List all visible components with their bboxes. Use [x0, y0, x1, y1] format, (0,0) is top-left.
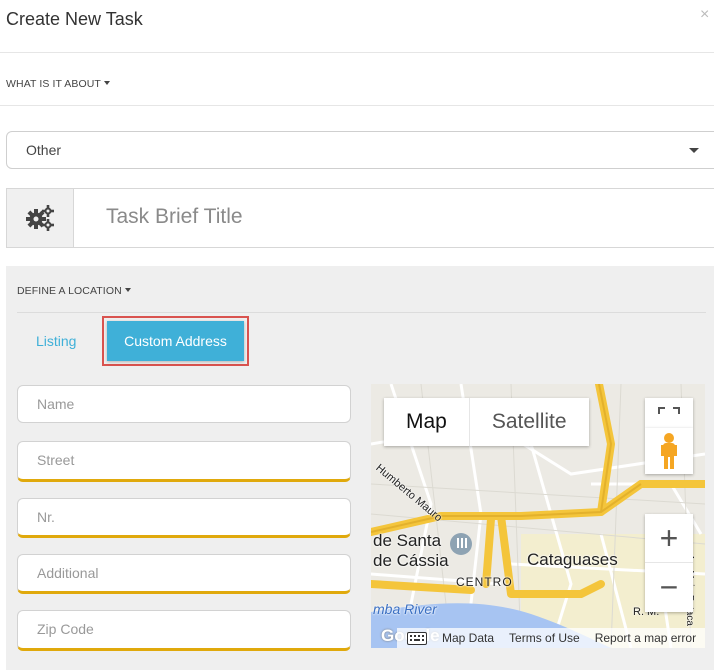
about-label: WHAT IS IT ABOUT [6, 78, 101, 90]
tab-custom-address-highlight: Custom Address [102, 316, 249, 366]
zip-code-field[interactable]: Zip Code [17, 610, 351, 651]
zip-code-placeholder: Zip Code [37, 621, 94, 637]
location-label: DEFINE A LOCATION [17, 285, 122, 297]
map-widget[interactable]: de Santa de Cássia CENTRO Cataguases mba… [371, 384, 705, 648]
about-select-value: Other [26, 142, 62, 158]
report-map-error-link[interactable]: Report a map error [595, 631, 696, 645]
map-label-centro: CENTRO [456, 575, 513, 589]
close-icon[interactable]: × [700, 6, 714, 24]
map-label-santa: de Santa [373, 531, 442, 550]
street-placeholder: Street [37, 452, 75, 468]
divider [17, 312, 706, 313]
street-field[interactable]: Street [17, 441, 351, 482]
zoom-control: + − [645, 514, 693, 612]
location-panel: DEFINE A LOCATION Listing Custom Address… [6, 266, 714, 670]
map-type-satellite-button[interactable]: Satellite [468, 398, 589, 446]
map-type-control: Map Satellite [384, 398, 589, 446]
task-title-input[interactable]: Task Brief Title [106, 205, 243, 229]
fullscreen-button[interactable] [645, 398, 693, 428]
additional-field[interactable]: Additional [17, 554, 351, 594]
map-type-map-button[interactable]: Map [384, 398, 469, 446]
about-section-toggle[interactable]: WHAT IS IT ABOUT [6, 78, 110, 90]
caret-down-icon [103, 81, 110, 86]
divider [0, 52, 714, 53]
pegman-icon [661, 433, 677, 469]
tab-listing[interactable]: Listing [36, 333, 76, 349]
fullscreen-icon [658, 407, 680, 414]
task-title-addon [7, 189, 74, 247]
gears-icon [26, 205, 54, 231]
map-footer: Map Data Terms of Use Report a map error [397, 628, 705, 648]
zoom-in-button[interactable]: + [645, 514, 693, 563]
modal-title: Create New Task [6, 9, 143, 29]
terms-of-use-link[interactable]: Terms of Use [509, 631, 580, 645]
divider [0, 105, 714, 106]
nr-field[interactable]: Nr. [17, 498, 351, 538]
about-select[interactable]: Other [6, 131, 714, 169]
street-view-pegman-button[interactable] [645, 428, 693, 474]
map-label-river: mba River [373, 601, 437, 617]
map-label-cassia: de Cássia [373, 551, 449, 570]
nr-placeholder: Nr. [37, 509, 55, 525]
location-section-toggle[interactable]: DEFINE A LOCATION [17, 285, 131, 297]
additional-placeholder: Additional [37, 565, 99, 581]
chevron-down-icon [689, 148, 699, 153]
map-data-link[interactable]: Map Data [442, 631, 494, 645]
tab-custom-address[interactable]: Custom Address [107, 321, 244, 361]
caret-down-icon [124, 288, 131, 293]
name-field[interactable]: Name [17, 385, 351, 423]
task-title-group: Task Brief Title [6, 188, 714, 248]
zoom-out-button[interactable]: − [645, 563, 693, 611]
keyboard-icon[interactable] [407, 631, 427, 645]
name-placeholder: Name [37, 396, 75, 412]
map-label-city: Cataguases [527, 550, 618, 569]
